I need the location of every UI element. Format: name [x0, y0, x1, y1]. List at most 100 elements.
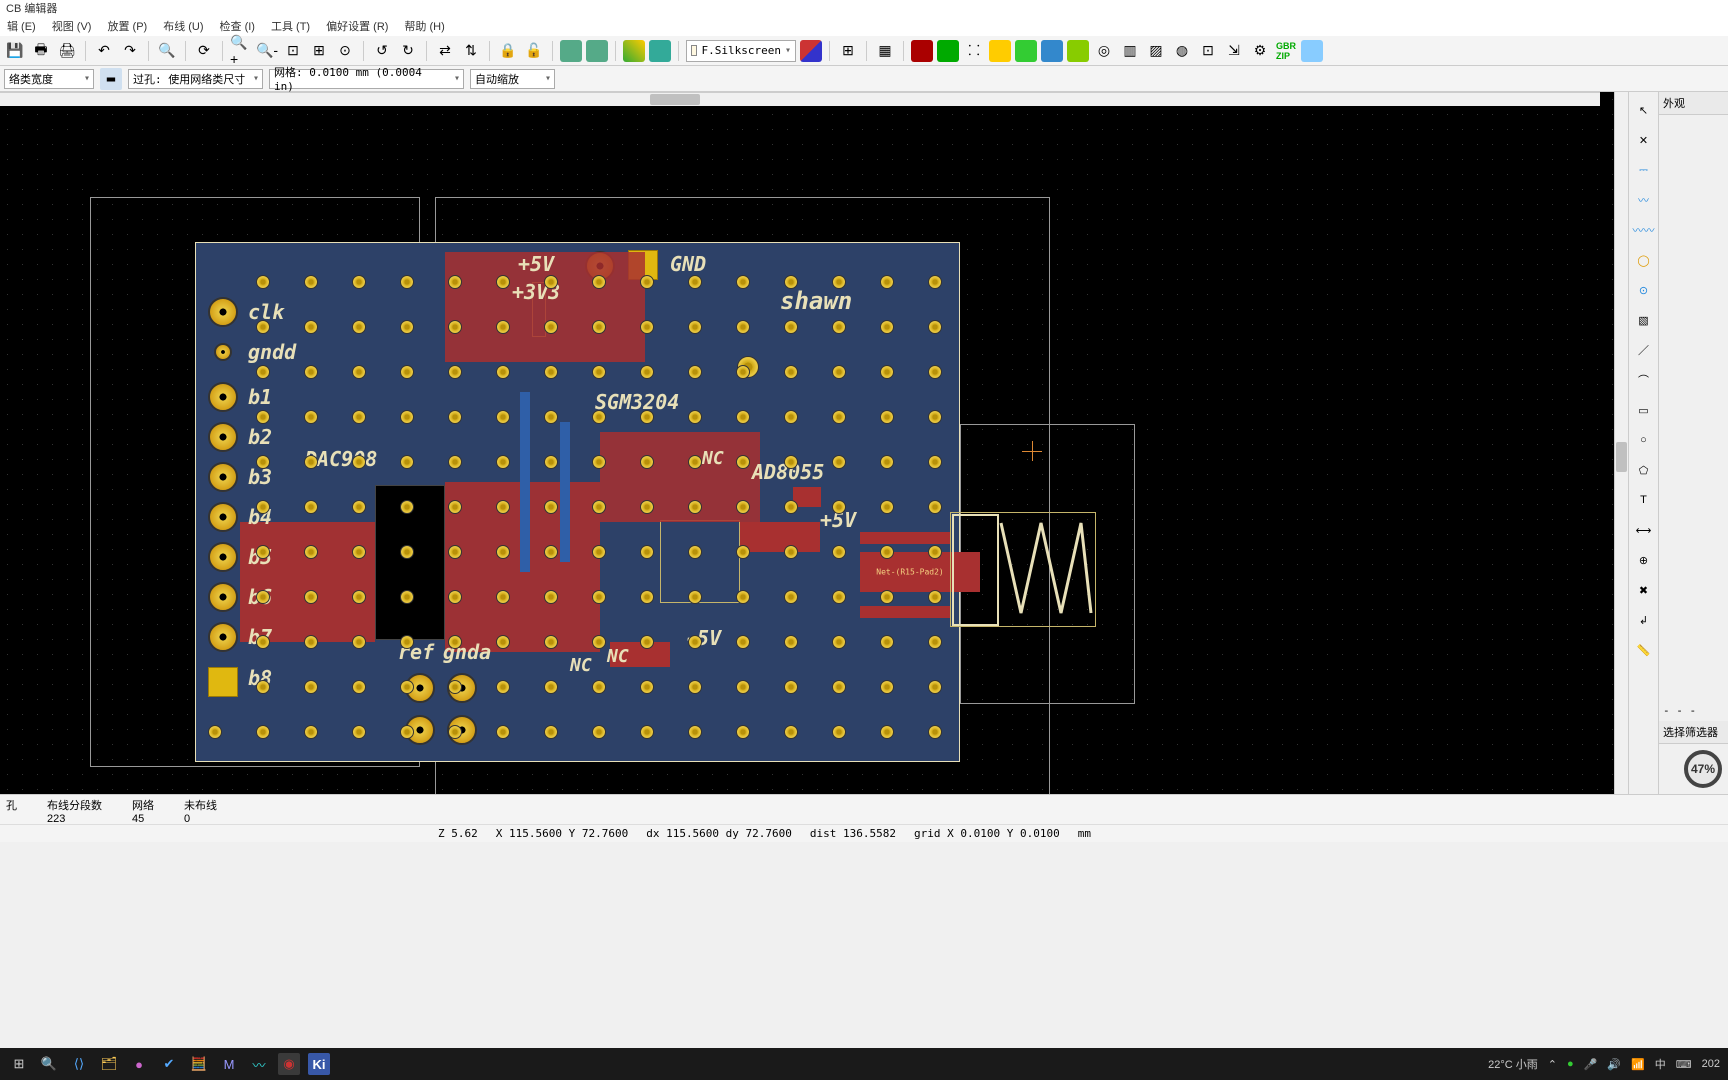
via[interactable]: [832, 680, 846, 694]
via[interactable]: [736, 500, 750, 514]
via[interactable]: [256, 635, 270, 649]
via[interactable]: [448, 455, 462, 469]
menu-help[interactable]: 帮助 (H): [401, 16, 447, 36]
tray-net-icon[interactable]: 📶: [1631, 1058, 1645, 1071]
via[interactable]: [736, 725, 750, 739]
via[interactable]: [496, 455, 510, 469]
via[interactable]: [736, 680, 750, 694]
via[interactable]: [256, 680, 270, 694]
via[interactable]: [640, 725, 654, 739]
via[interactable]: [544, 275, 558, 289]
via[interactable]: [736, 365, 750, 379]
via[interactable]: [736, 455, 750, 469]
render-alt-icon[interactable]: [1015, 40, 1037, 62]
footprint-editor-icon[interactable]: [560, 40, 582, 62]
via[interactable]: [400, 365, 414, 379]
menu-edit[interactable]: 辑 (E): [4, 16, 39, 36]
zoom-sel-icon[interactable]: ⊞: [308, 40, 330, 62]
via[interactable]: [736, 320, 750, 334]
via[interactable]: [880, 545, 894, 559]
pad-b4[interactable]: [208, 502, 238, 532]
zoom-obj-icon[interactable]: ⊙: [334, 40, 356, 62]
via[interactable]: [304, 500, 318, 514]
via[interactable]: [496, 635, 510, 649]
via[interactable]: [352, 275, 366, 289]
via[interactable]: [880, 275, 894, 289]
via[interactable]: [544, 500, 558, 514]
print-icon[interactable]: 🖶: [30, 40, 52, 62]
via[interactable]: [928, 635, 942, 649]
footprint-browser-icon[interactable]: [586, 40, 608, 62]
via[interactable]: [928, 320, 942, 334]
via[interactable]: [448, 680, 462, 694]
via[interactable]: [496, 545, 510, 559]
unlock-icon[interactable]: 🔓: [523, 40, 545, 62]
via[interactable]: [256, 410, 270, 424]
via[interactable]: [640, 680, 654, 694]
weather-widget[interactable]: 22°C 小雨: [1488, 1056, 1538, 1072]
calc-icon[interactable]: 🧮: [188, 1053, 210, 1075]
add-zone-icon[interactable]: ▧: [1632, 308, 1656, 332]
via[interactable]: [592, 500, 606, 514]
drc-icon[interactable]: [649, 40, 671, 62]
via[interactable]: [832, 545, 846, 559]
via[interactable]: [400, 725, 414, 739]
pad-b6[interactable]: [208, 582, 238, 612]
via[interactable]: [400, 545, 414, 559]
via[interactable]: [400, 635, 414, 649]
via[interactable]: [592, 545, 606, 559]
mirror-v-icon[interactable]: ⇅: [460, 40, 482, 62]
settings-3d-icon[interactable]: ⚙: [1249, 40, 1271, 62]
tune-length-icon[interactable]: ◯: [1632, 248, 1656, 272]
render-pad-icon[interactable]: ▥: [1119, 40, 1141, 62]
app-icon[interactable]: ●: [128, 1053, 150, 1075]
via[interactable]: [832, 590, 846, 604]
via[interactable]: [832, 500, 846, 514]
via[interactable]: [640, 365, 654, 379]
via[interactable]: [352, 500, 366, 514]
via[interactable]: [784, 410, 798, 424]
horizontal-scrollbar[interactable]: [0, 92, 1600, 106]
via[interactable]: [928, 500, 942, 514]
menu-place[interactable]: 放置 (P): [104, 16, 150, 36]
via[interactable]: [880, 680, 894, 694]
wave-icon[interactable]: 〰: [248, 1053, 270, 1075]
via[interactable]: [688, 365, 702, 379]
via[interactable]: [352, 365, 366, 379]
via[interactable]: [592, 680, 606, 694]
via[interactable]: [256, 500, 270, 514]
undo-icon[interactable]: ↶: [93, 40, 115, 62]
via[interactable]: [544, 680, 558, 694]
render-zone-icon[interactable]: ▨: [1145, 40, 1167, 62]
via[interactable]: [640, 635, 654, 649]
mirror-icon[interactable]: ⇄: [434, 40, 456, 62]
copper-trace[interactable]: [860, 606, 950, 618]
via[interactable]: [256, 590, 270, 604]
via[interactable]: [352, 680, 366, 694]
via[interactable]: [736, 635, 750, 649]
via[interactable]: [832, 410, 846, 424]
export-icon[interactable]: ⇲: [1223, 40, 1245, 62]
via[interactable]: [880, 410, 894, 424]
via[interactable]: [832, 455, 846, 469]
via[interactable]: [496, 275, 510, 289]
json-icon[interactable]: [1301, 40, 1323, 62]
via[interactable]: [688, 410, 702, 424]
via[interactable]: [352, 590, 366, 604]
sim-icon[interactable]: M: [218, 1053, 240, 1075]
via[interactable]: [592, 320, 606, 334]
via[interactable]: [304, 545, 318, 559]
via[interactable]: [304, 680, 318, 694]
via[interactable]: [304, 410, 318, 424]
via[interactable]: [736, 410, 750, 424]
via[interactable]: [928, 275, 942, 289]
via[interactable]: [640, 500, 654, 514]
via[interactable]: [784, 500, 798, 514]
via[interactable]: [928, 410, 942, 424]
tray-ime-icon[interactable]: 中: [1655, 1056, 1666, 1072]
via[interactable]: [352, 320, 366, 334]
rotate-ccw-icon[interactable]: ↺: [371, 40, 393, 62]
pad-b1[interactable]: [208, 382, 238, 412]
via[interactable]: [592, 365, 606, 379]
tray-keyboard-icon[interactable]: ⌨: [1676, 1058, 1692, 1071]
